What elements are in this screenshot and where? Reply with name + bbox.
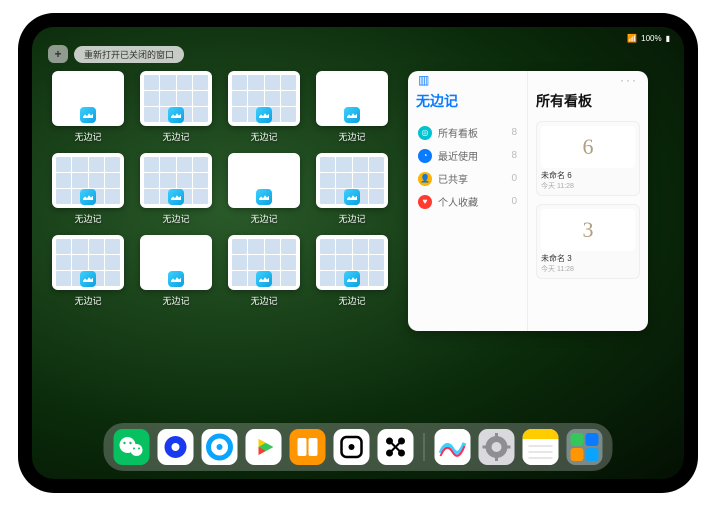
thumbnail-label: 无边记 bbox=[338, 212, 365, 225]
window-thumbnail[interactable]: 无边记 bbox=[52, 153, 124, 227]
new-window-button[interactable]: + bbox=[48, 45, 68, 63]
share-icon: 👤 bbox=[418, 172, 432, 186]
window-thumbnails-grid: 无边记无边记无边记无边记无边记无边记无边记无边记无边记无边记无边记无边记 bbox=[52, 71, 388, 419]
thumbnail-label: 无边记 bbox=[74, 212, 101, 225]
category-count: 0 bbox=[511, 196, 517, 207]
category-row[interactable]: 👤 已共享 0 bbox=[416, 167, 519, 190]
ipad-frame: 📶 100% ▮ + 重新打开已关闭的窗口 无边记无边记无边记无边记无边记无边记… bbox=[18, 13, 698, 493]
board-card[interactable]: 3 未命名 3今天 11:28 bbox=[536, 204, 640, 279]
panel-categories: 无边记 ◎ 所有看板 8 ◔ 最近使用 8 👤 已共享 0 ♥ 个人收藏 0 bbox=[408, 71, 528, 331]
thumbnail-label: 无边记 bbox=[74, 130, 101, 143]
dock-app-play[interactable] bbox=[246, 429, 282, 465]
freeform-app-icon bbox=[80, 189, 96, 205]
category-label: 所有看板 bbox=[438, 125, 478, 140]
freeform-app-icon bbox=[256, 107, 272, 123]
dock-app-settings[interactable] bbox=[479, 429, 515, 465]
category-label: 已共享 bbox=[438, 171, 468, 186]
dock bbox=[104, 423, 613, 471]
dock-app-nodes[interactable] bbox=[378, 429, 414, 465]
category-label: 个人收藏 bbox=[438, 194, 478, 209]
window-thumbnail[interactable]: 无边记 bbox=[140, 153, 212, 227]
dock-app-browser1[interactable] bbox=[158, 429, 194, 465]
thumbnail-label: 无边记 bbox=[162, 212, 189, 225]
thumbnail-label: 无边记 bbox=[162, 130, 189, 143]
panel-boards: 所有看板 6未命名 6今天 11:283未命名 3今天 11:28 bbox=[528, 71, 648, 331]
freeform-app-icon bbox=[344, 271, 360, 287]
freeform-app-icon bbox=[344, 189, 360, 205]
board-preview: 6 bbox=[541, 126, 635, 168]
thumbnail-label: 无边记 bbox=[338, 130, 365, 143]
dock-app-wechat[interactable] bbox=[114, 429, 150, 465]
dock-app-dice[interactable] bbox=[334, 429, 370, 465]
category-label: 最近使用 bbox=[438, 148, 478, 163]
category-row[interactable]: ◎ 所有看板 8 bbox=[416, 121, 519, 144]
clock-icon: ◔ bbox=[418, 149, 432, 163]
category-count: 8 bbox=[511, 150, 517, 161]
heart-icon: ♥ bbox=[418, 195, 432, 209]
more-options-icon[interactable]: ··· bbox=[620, 73, 638, 87]
thumbnail-label: 无边记 bbox=[250, 294, 277, 307]
sidebar-toggle-icon[interactable]: ▥ bbox=[418, 73, 429, 87]
window-thumbnail[interactable]: 无边记 bbox=[140, 235, 212, 309]
freeform-app-icon bbox=[168, 271, 184, 287]
grid-icon: ◎ bbox=[418, 126, 432, 140]
dock-app-notes[interactable] bbox=[523, 429, 559, 465]
signal-icon: 📶 bbox=[627, 34, 637, 43]
category-count: 8 bbox=[511, 127, 517, 138]
screen: 📶 100% ▮ + 重新打开已关闭的窗口 无边记无边记无边记无边记无边记无边记… bbox=[32, 27, 684, 479]
dock-app-browser2[interactable] bbox=[202, 429, 238, 465]
panel-app-title: 无边记 bbox=[416, 91, 519, 111]
category-row[interactable]: ♥ 个人收藏 0 bbox=[416, 190, 519, 213]
window-thumbnail[interactable]: 无边记 bbox=[228, 235, 300, 309]
thumbnail-label: 无边记 bbox=[250, 130, 277, 143]
freeform-app-icon bbox=[344, 107, 360, 123]
window-thumbnail[interactable]: 无边记 bbox=[316, 153, 388, 227]
window-thumbnail[interactable]: 无边记 bbox=[52, 71, 124, 145]
category-row[interactable]: ◔ 最近使用 8 bbox=[416, 144, 519, 167]
board-preview: 3 bbox=[541, 209, 635, 251]
top-controls: + 重新打开已关闭的窗口 bbox=[48, 45, 184, 63]
panel-section-title: 所有看板 bbox=[536, 91, 640, 111]
status-bar: 📶 100% ▮ bbox=[32, 31, 684, 45]
freeform-app-icon bbox=[80, 271, 96, 287]
reopen-closed-window-button[interactable]: 重新打开已关闭的窗口 bbox=[74, 46, 184, 63]
workspace: 无边记无边记无边记无边记无边记无边记无边记无边记无边记无边记无边记无边记 ▥ ·… bbox=[52, 71, 664, 419]
battery-icon: ▮ bbox=[666, 34, 670, 43]
category-count: 0 bbox=[511, 173, 517, 184]
app-side-panel: ▥ ··· 无边记 ◎ 所有看板 8 ◔ 最近使用 8 👤 已共享 0 ♥ 个人收藏 0 所有看板 6… bbox=[408, 71, 648, 331]
board-name: 未命名 6 bbox=[541, 170, 635, 181]
freeform-app-icon bbox=[80, 107, 96, 123]
window-thumbnail[interactable]: 无边记 bbox=[228, 153, 300, 227]
freeform-app-icon bbox=[256, 271, 272, 287]
window-thumbnail[interactable]: 无边记 bbox=[316, 71, 388, 145]
window-thumbnail[interactable]: 无边记 bbox=[316, 235, 388, 309]
dock-app-freeform[interactable] bbox=[435, 429, 471, 465]
freeform-app-icon bbox=[256, 189, 272, 205]
thumbnail-label: 无边记 bbox=[162, 294, 189, 307]
thumbnail-label: 无边记 bbox=[250, 212, 277, 225]
freeform-app-icon bbox=[168, 107, 184, 123]
board-date: 今天 11:28 bbox=[541, 181, 635, 191]
thumbnail-label: 无边记 bbox=[338, 294, 365, 307]
window-thumbnail[interactable]: 无边记 bbox=[140, 71, 212, 145]
window-thumbnail[interactable]: 无边记 bbox=[228, 71, 300, 145]
battery-text: 100% bbox=[641, 34, 661, 43]
freeform-app-icon bbox=[168, 189, 184, 205]
board-date: 今天 11:28 bbox=[541, 264, 635, 274]
dock-app-library[interactable] bbox=[567, 429, 603, 465]
dock-app-books[interactable] bbox=[290, 429, 326, 465]
board-name: 未命名 3 bbox=[541, 253, 635, 264]
dock-separator bbox=[424, 433, 425, 461]
window-thumbnail[interactable]: 无边记 bbox=[52, 235, 124, 309]
thumbnail-label: 无边记 bbox=[74, 294, 101, 307]
board-card[interactable]: 6 未命名 6今天 11:28 bbox=[536, 121, 640, 196]
